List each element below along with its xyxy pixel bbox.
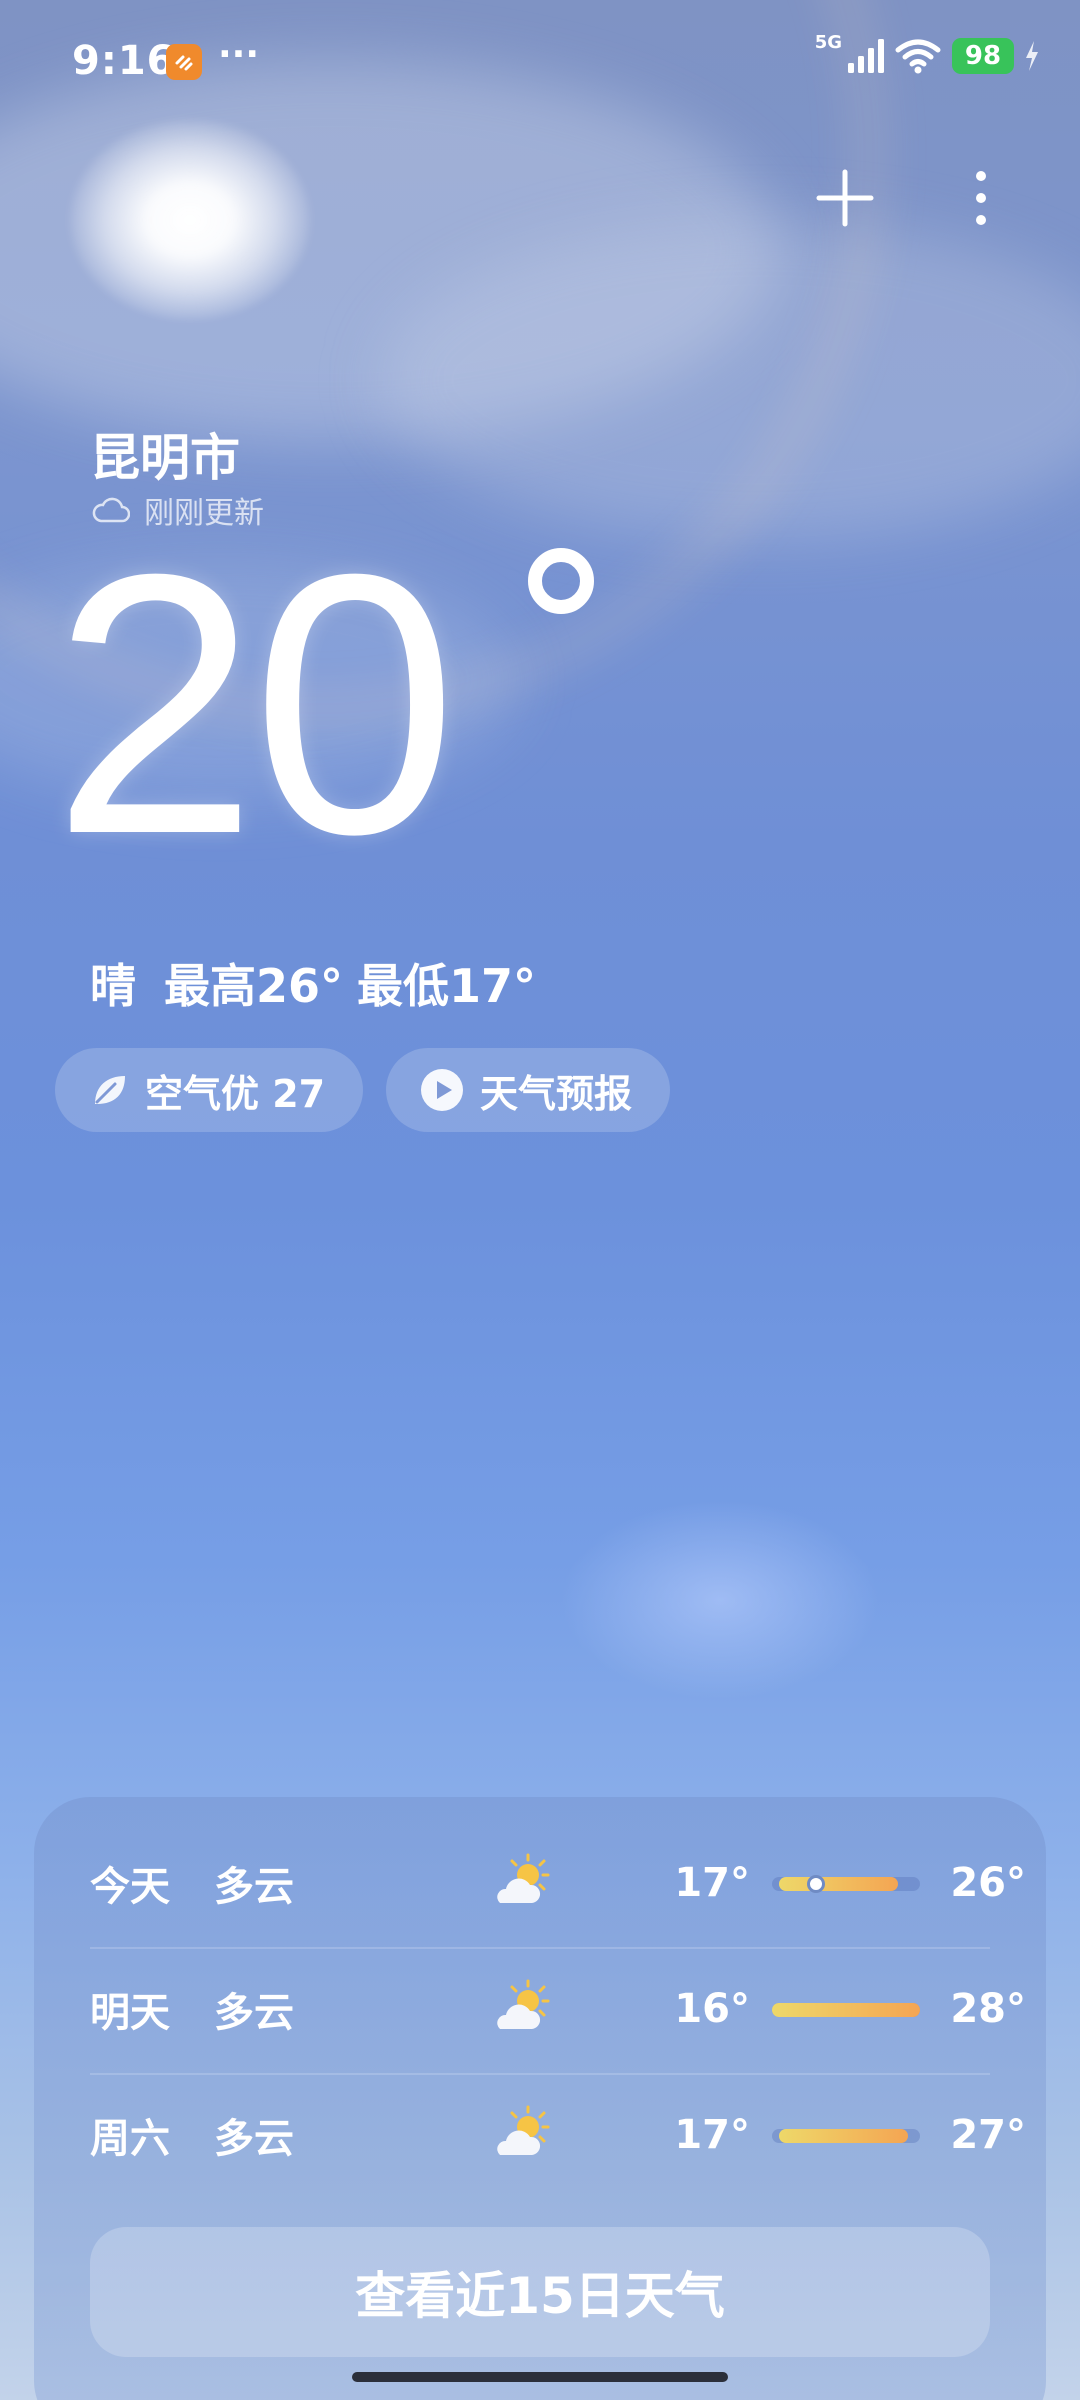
current-temperature: 20: [52, 498, 458, 911]
daily-forecast-card: 今天 多云 17° 26° 明天 多云 16° 28° 周六 多云 17° 27…: [34, 1797, 1046, 2400]
status-time: 9:16: [72, 38, 176, 84]
air-quality-pill[interactable]: 空气优 27: [55, 1048, 363, 1132]
temperature-range-fill: [779, 1877, 898, 1891]
low-temperature: 最低17°: [357, 959, 537, 1013]
leaf-icon: [95, 1076, 125, 1104]
air-quality-label: 空气优 27: [145, 1071, 326, 1116]
temperature-range-bar: [772, 1875, 920, 1893]
more-notifications-icon: ···: [218, 34, 260, 75]
temperature-range-bar: [772, 2003, 920, 2017]
temperature-range-fill: [772, 2003, 920, 2017]
add-city-icon[interactable]: [815, 168, 875, 228]
temperature-range-fill: [779, 2129, 909, 2143]
app-notification-icon: [166, 44, 202, 80]
temperature-range-bar: [772, 2129, 920, 2143]
city-name[interactable]: 昆明市: [90, 418, 240, 490]
charging-icon: [1026, 41, 1038, 71]
day-label: 周六: [90, 2116, 170, 2162]
weather-summary: 晴 最高26° 最低17°: [90, 950, 536, 1016]
forecast-row-saturday[interactable]: 周六 多云 17° 27°: [90, 2073, 1026, 2197]
more-options-icon[interactable]: [966, 168, 996, 228]
sun: [70, 120, 310, 320]
network-type: 5G: [814, 31, 842, 53]
day-low-temp: 17°: [674, 2112, 750, 2158]
day-condition: 多云: [214, 1864, 294, 1910]
day-low-temp: 17°: [674, 1860, 750, 1906]
day-label: 明天: [90, 1990, 170, 2036]
partly-cloudy-icon: [497, 2105, 550, 2155]
day-low-temp: 16°: [674, 1986, 750, 2032]
wifi-icon: [895, 39, 941, 74]
day-label: 今天: [90, 1864, 170, 1910]
weather-screen: 9:16 ··· 5G 98 昆明市 刚刚更新 20 晴 最高26° 最低17°…: [0, 0, 1080, 2400]
day-high-temp: 28°: [950, 1986, 1026, 2032]
view-15-day-forecast-button[interactable]: 查看近15日天气: [90, 2227, 990, 2357]
partly-cloudy-icon: [497, 1853, 550, 1903]
degree-symbol: [528, 548, 594, 614]
high-temperature: 最高26°: [164, 959, 344, 1013]
day-high-temp: 27°: [950, 2112, 1026, 2158]
forecast-row-today[interactable]: 今天 多云 17° 26°: [90, 1821, 1026, 1945]
battery-indicator: 98: [952, 38, 1014, 74]
play-icon: [421, 1069, 463, 1111]
day-condition: 多云: [214, 2116, 294, 2162]
partly-cloudy-icon: [497, 1979, 550, 2029]
weather-forecast-label: 天气预报: [480, 1071, 633, 1116]
status-bar: 9:16 ··· 5G 98: [0, 0, 1080, 120]
day-condition: 多云: [214, 1990, 294, 2036]
status-icons: 5G 98: [815, 32, 1040, 74]
current-condition: 晴: [90, 959, 136, 1013]
sky-glow: [560, 1500, 880, 1700]
forecast-row-tomorrow[interactable]: 明天 多云 16° 28°: [90, 1947, 1026, 2071]
day-high-temp: 26°: [950, 1860, 1026, 1906]
home-indicator[interactable]: [352, 2372, 728, 2382]
signal-icon: [848, 39, 884, 73]
weather-forecast-pill[interactable]: 天气预报: [386, 1048, 670, 1132]
